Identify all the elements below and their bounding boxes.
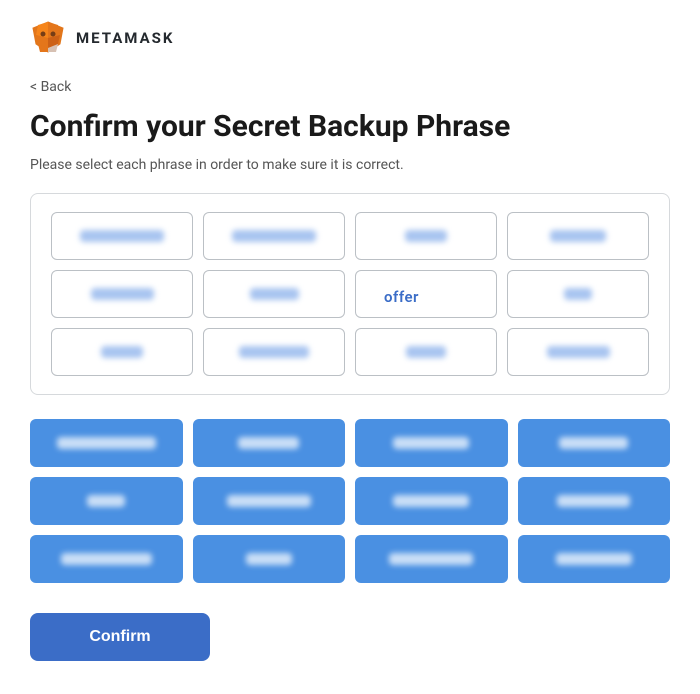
phrase-drop-zone: offer (30, 193, 670, 395)
word-btn-5[interactable] (30, 477, 183, 525)
word-btn-9[interactable] (30, 535, 183, 583)
page-title: Confirm your Secret Backup Phrase (30, 109, 670, 145)
drop-slot-3[interactable] (355, 212, 497, 260)
drop-slot-6[interactable] (203, 270, 345, 318)
drop-slot-8[interactable] (507, 270, 649, 318)
app-header: METAMASK (30, 20, 670, 56)
drop-slot-4[interactable] (507, 212, 649, 260)
drop-slot-10[interactable] (203, 328, 345, 376)
word-btn-2[interactable] (193, 419, 346, 467)
drop-slot-5[interactable] (51, 270, 193, 318)
drop-slot-1[interactable] (51, 212, 193, 260)
drop-slot-12[interactable] (507, 328, 649, 376)
metamask-fox-icon (30, 20, 66, 56)
confirm-button[interactable]: Confirm (30, 613, 210, 661)
drop-slot-7[interactable]: offer (355, 270, 497, 318)
drop-slot-11[interactable] (355, 328, 497, 376)
brand-label: METAMASK (76, 29, 174, 47)
word-btn-10[interactable] (193, 535, 346, 583)
word-btn-6[interactable] (193, 477, 346, 525)
word-btn-4[interactable] (518, 419, 671, 467)
word-bank (30, 419, 670, 583)
drop-slot-2[interactable] (203, 212, 345, 260)
back-button[interactable]: < Back (30, 79, 71, 95)
word-btn-3[interactable] (355, 419, 508, 467)
word-btn-11[interactable] (355, 535, 508, 583)
word-btn-12[interactable] (518, 535, 671, 583)
word-btn-8[interactable] (518, 477, 671, 525)
word-btn-7[interactable] (355, 477, 508, 525)
drop-slot-9[interactable] (51, 328, 193, 376)
page-subtitle: Please select each phrase in order to ma… (30, 157, 670, 173)
word-btn-1[interactable] (30, 419, 183, 467)
